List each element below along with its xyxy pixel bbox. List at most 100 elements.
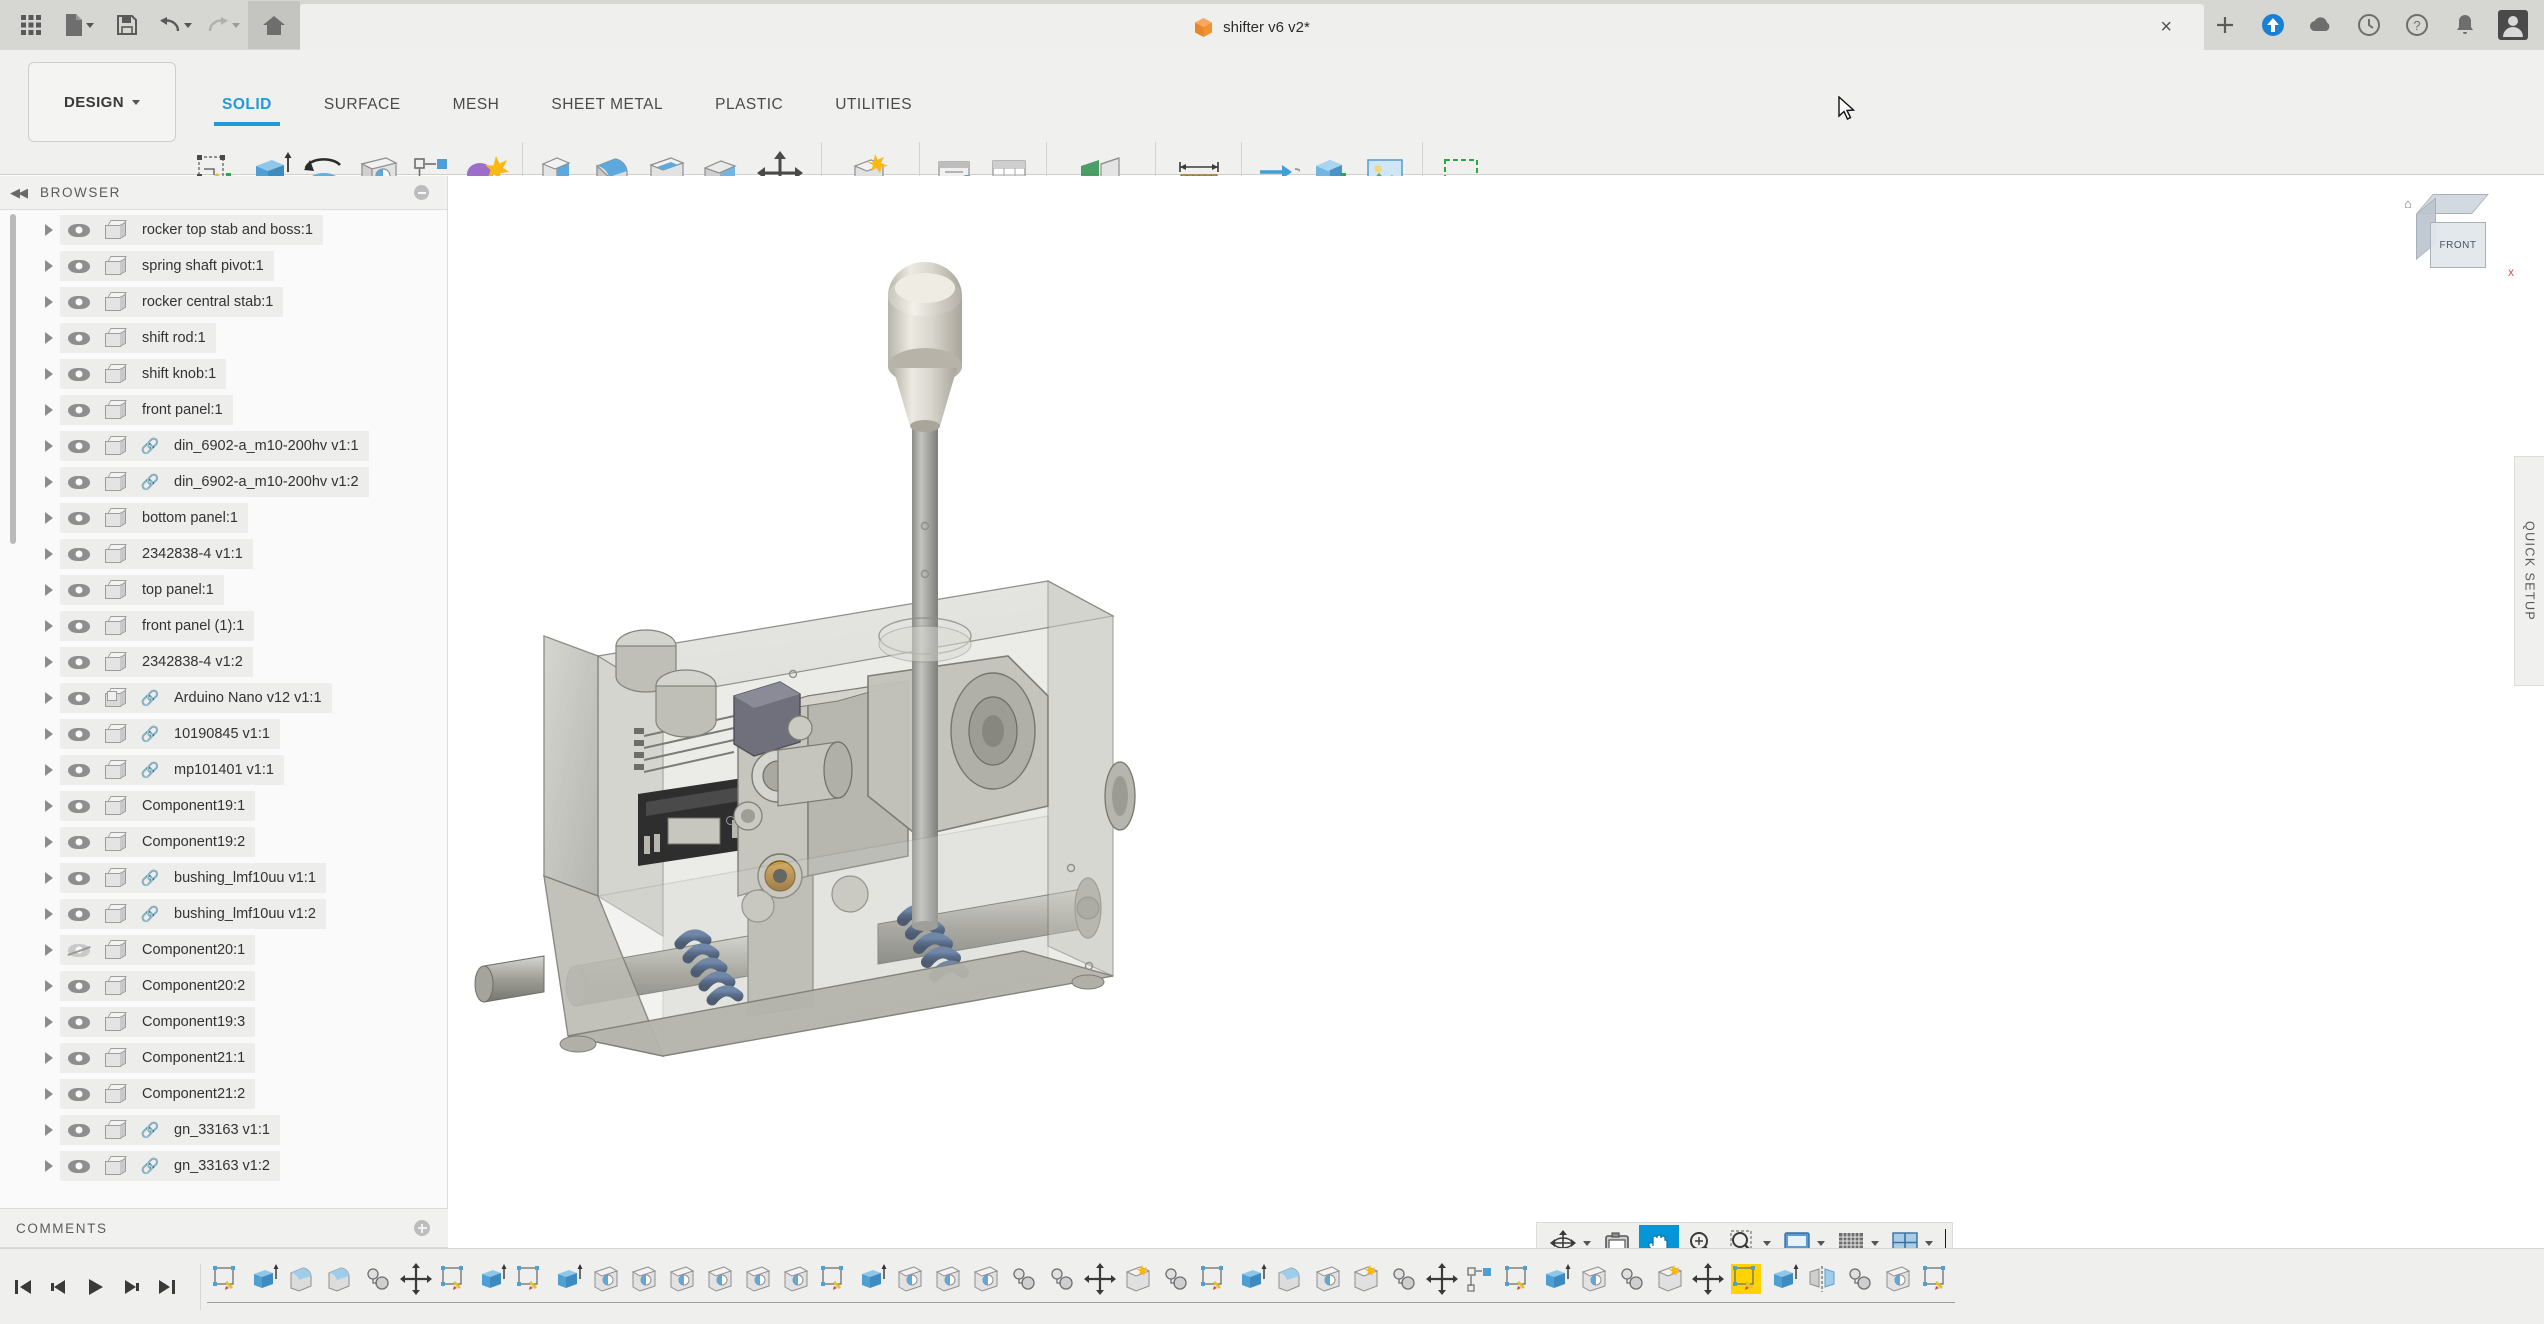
timeline-feature-hole[interactable] [929, 1263, 967, 1315]
browser-row[interactable]: shift rod:1 [0, 320, 447, 356]
visibility-toggle-icon[interactable] [60, 1151, 98, 1181]
browser-row[interactable]: 2342838-4 v1:2 [0, 644, 447, 680]
expand-triangle-icon[interactable] [38, 548, 60, 560]
timeline-feature-hole[interactable] [701, 1263, 739, 1315]
timeline-feature-extrude[interactable] [853, 1263, 891, 1315]
visibility-toggle-icon[interactable] [60, 539, 98, 569]
tab-mesh[interactable]: MESH [427, 94, 526, 124]
timeline-feature-joint[interactable] [1005, 1263, 1043, 1315]
expand-triangle-icon[interactable] [38, 476, 60, 488]
model-canvas[interactable]: ⌂ FRONT X ◀◀ QUICK SETUP [448, 176, 2544, 1276]
timeline-feature-joint[interactable] [1841, 1263, 1879, 1315]
visibility-toggle-icon[interactable] [60, 575, 98, 605]
document-tab[interactable]: shifter v6 v2* × [300, 4, 2204, 50]
visibility-toggle-icon[interactable] [60, 1043, 98, 1073]
expand-triangle-icon[interactable] [38, 836, 60, 848]
tab-sheet-metal[interactable]: SHEET METAL [525, 94, 689, 124]
view-cube[interactable]: ⌂ FRONT X [2416, 194, 2512, 286]
help-icon[interactable]: ? [2396, 4, 2438, 46]
visibility-toggle-icon[interactable] [60, 935, 98, 965]
browser-row[interactable]: Component20:1 [0, 932, 447, 968]
visibility-toggle-icon[interactable] [60, 1079, 98, 1109]
expand-triangle-icon[interactable] [38, 1088, 60, 1100]
tab-solid[interactable]: SOLID [196, 94, 298, 124]
timeline-step-back-button[interactable] [46, 1272, 72, 1302]
expand-triangle-icon[interactable] [38, 764, 60, 776]
expand-triangle-icon[interactable] [38, 260, 60, 272]
visibility-toggle-icon[interactable] [60, 1115, 98, 1145]
visibility-toggle-icon[interactable] [60, 467, 98, 497]
timeline-feature-extrude[interactable] [549, 1263, 587, 1315]
timeline-feature-sketch[interactable] [1499, 1263, 1537, 1315]
home-view-icon[interactable]: ⌂ [2404, 196, 2412, 211]
expand-triangle-icon[interactable] [38, 1016, 60, 1028]
timeline-feature-joint[interactable] [1157, 1263, 1195, 1315]
browser-row[interactable]: front panel:1 [0, 392, 447, 428]
timeline-feature-move[interactable] [1689, 1263, 1727, 1315]
timeline-feature-pattern[interactable] [1461, 1263, 1499, 1315]
visibility-toggle-icon[interactable] [60, 323, 98, 353]
browser-row[interactable]: Component19:2 [0, 824, 447, 860]
timeline-feature-move[interactable] [397, 1263, 435, 1315]
expand-triangle-icon[interactable] [38, 512, 60, 524]
timeline-feature-sketch[interactable] [435, 1263, 473, 1315]
browser-row[interactable]: top panel:1 [0, 572, 447, 608]
close-document-icon[interactable]: × [2160, 17, 2172, 37]
expand-triangle-icon[interactable] [38, 404, 60, 416]
timeline-feature-component[interactable] [1347, 1263, 1385, 1315]
visibility-toggle-icon[interactable] [60, 827, 98, 857]
browser-row[interactable]: 🔗Arduino Nano v12 v1:1 [0, 680, 447, 716]
timeline-feature-sketch[interactable] [1727, 1263, 1765, 1315]
timeline-feature-extrude[interactable] [1765, 1263, 1803, 1315]
browser-row[interactable]: 2342838-4 v1:1 [0, 536, 447, 572]
timeline-feature-joint[interactable] [1613, 1263, 1651, 1315]
expand-triangle-icon[interactable] [38, 296, 60, 308]
timeline-feature-fillet[interactable] [1271, 1263, 1309, 1315]
visibility-toggle-icon[interactable] [60, 215, 98, 245]
timeline-feature-sketch[interactable] [207, 1263, 245, 1315]
visibility-toggle-icon[interactable] [60, 719, 98, 749]
workspace-selector[interactable]: DESIGN [28, 62, 176, 142]
browser-row[interactable]: 🔗mp101401 v1:1 [0, 752, 447, 788]
visibility-toggle-icon[interactable] [60, 1007, 98, 1037]
timeline-feature-sketch[interactable] [1917, 1263, 1955, 1315]
visibility-toggle-icon[interactable] [60, 359, 98, 389]
quick-setup-panel[interactable]: QUICK SETUP [2514, 456, 2544, 686]
expand-triangle-icon[interactable] [38, 1052, 60, 1064]
timeline-feature-hole[interactable] [891, 1263, 929, 1315]
visibility-toggle-icon[interactable] [60, 683, 98, 713]
cloud-status-icon[interactable] [2300, 4, 2342, 46]
browser-row[interactable]: rocker central stab:1 [0, 284, 447, 320]
expand-triangle-icon[interactable] [38, 980, 60, 992]
timeline-play-button[interactable] [82, 1272, 108, 1302]
timeline-feature-joint[interactable] [1385, 1263, 1423, 1315]
browser-row[interactable]: 🔗din_6902-a_m10-200hv v1:2 [0, 464, 447, 500]
account-avatar[interactable] [2492, 4, 2534, 46]
chevron-down-icon[interactable] [1817, 1241, 1825, 1246]
expand-triangle-icon[interactable] [38, 440, 60, 452]
expand-triangle-icon[interactable] [38, 332, 60, 344]
expand-triangle-icon[interactable] [38, 728, 60, 740]
redo-icon[interactable] [200, 1, 246, 49]
expand-triangle-icon[interactable] [38, 692, 60, 704]
browser-row[interactable]: Component19:3 [0, 1004, 447, 1040]
browser-row[interactable]: rocker top stab and boss:1 [0, 212, 447, 248]
browser-row[interactable]: Component21:2 [0, 1076, 447, 1112]
timeline-feature-extrude[interactable] [473, 1263, 511, 1315]
timeline-feature-sketch[interactable] [1195, 1263, 1233, 1315]
browser-row[interactable]: shift knob:1 [0, 356, 447, 392]
expand-triangle-icon[interactable] [38, 1160, 60, 1172]
timeline-feature-joint[interactable] [1043, 1263, 1081, 1315]
undo-icon[interactable] [152, 1, 198, 49]
expand-triangle-icon[interactable] [38, 620, 60, 632]
timeline-feature-fillet[interactable] [321, 1263, 359, 1315]
expand-triangle-icon[interactable] [38, 1124, 60, 1136]
timeline-feature-sketch[interactable] [815, 1263, 853, 1315]
timeline-feature-component[interactable] [1119, 1263, 1157, 1315]
home-icon[interactable] [248, 1, 300, 49]
timeline-jump-start-button[interactable] [10, 1272, 36, 1302]
timeline-feature-hole[interactable] [1879, 1263, 1917, 1315]
extension-icon[interactable] [2252, 4, 2294, 46]
recent-activity-icon[interactable] [2348, 4, 2390, 46]
visibility-toggle-icon[interactable] [60, 503, 98, 533]
